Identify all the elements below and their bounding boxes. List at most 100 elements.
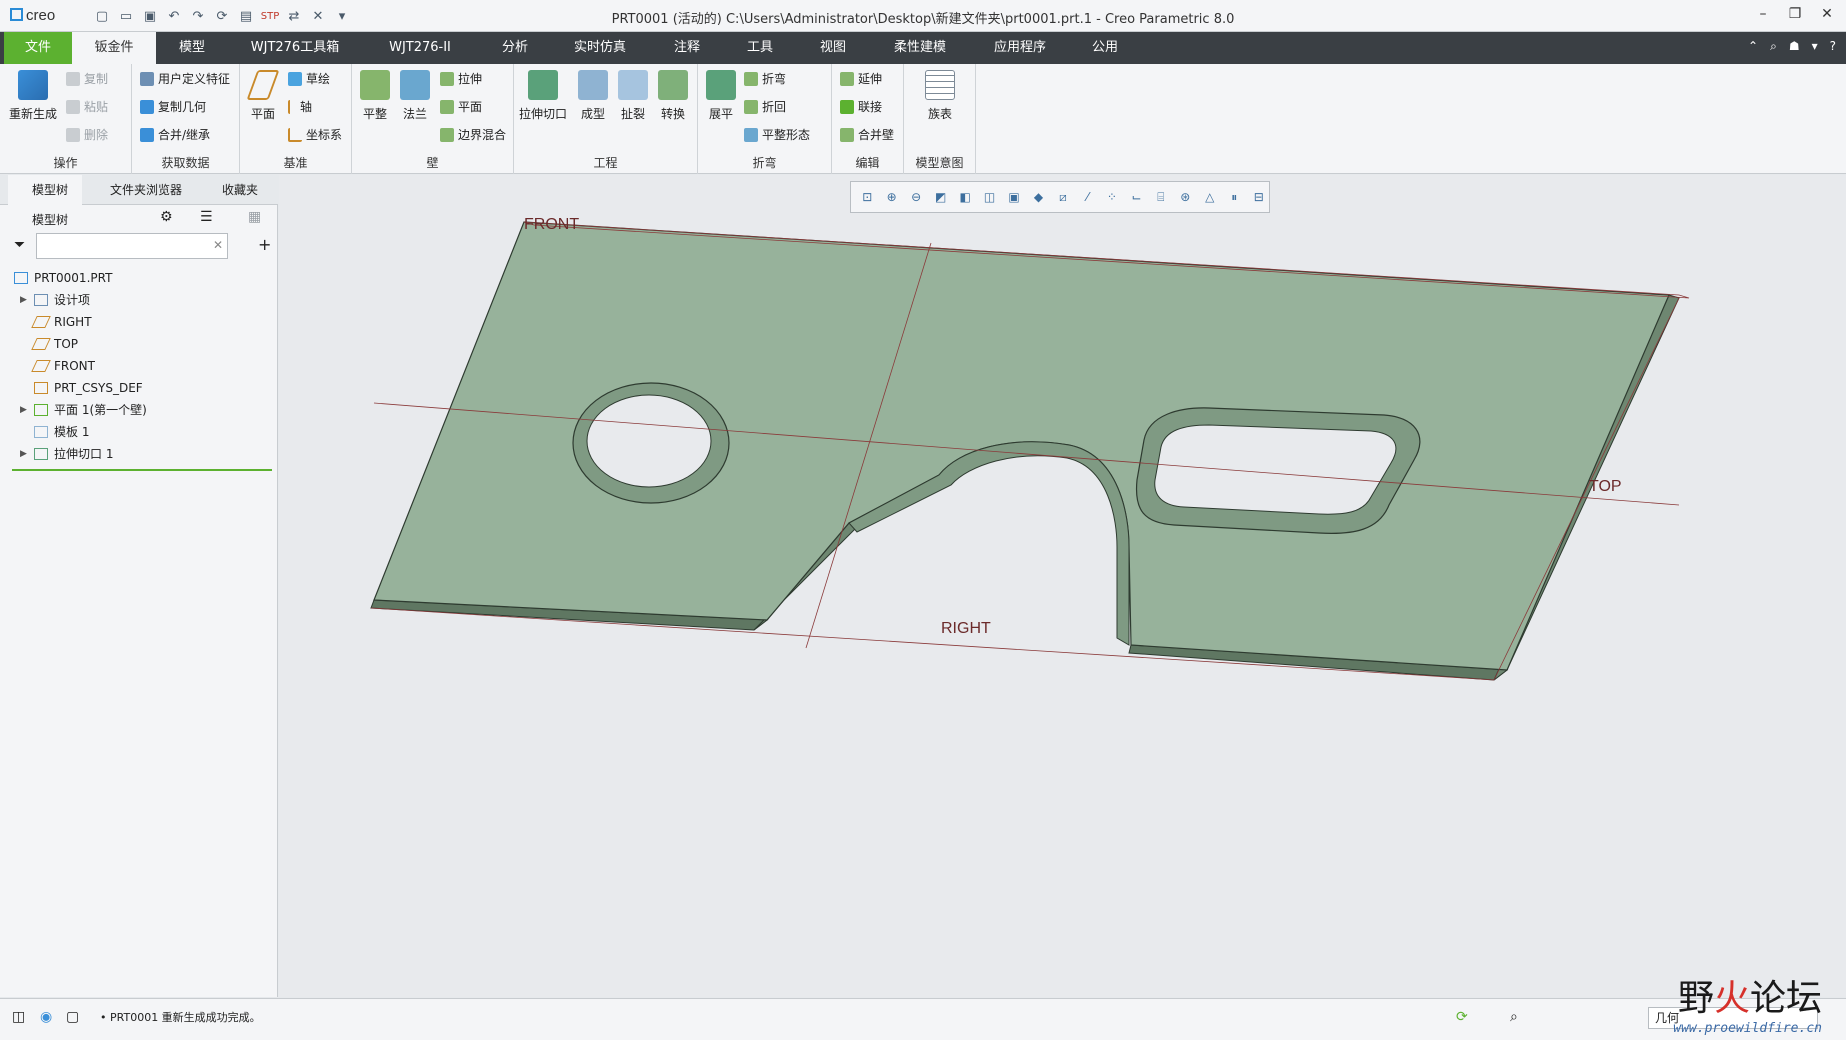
find-icon[interactable]: ⌕ [1510,1009,1518,1025]
show-navigator-icon[interactable]: ◫ [12,1009,25,1025]
bend-back-button[interactable]: 折回 [744,98,786,115]
tab-toolbox[interactable]: WJT276工具箱 [240,32,350,64]
tab-apps[interactable]: 应用程序 [980,32,1060,64]
open-icon[interactable]: ▭ [116,6,136,26]
tree-item[interactable]: ▶ 拉伸切口 1 [0,443,278,465]
help-icon[interactable]: ? [1830,39,1836,54]
model-canvas[interactable]: FRONT TOP RIGHT [279,175,1846,997]
merge-walls-button[interactable]: 合并壁 [840,126,894,143]
tree-item[interactable]: ▶ 设计项 [0,289,278,311]
group-label-model-intent[interactable]: 模型意图 [904,154,975,171]
switch-window-icon[interactable]: ⇄ [284,6,304,26]
tree-item[interactable]: TOP [0,333,278,355]
close-icon[interactable]: ✕ [308,6,328,26]
regenerate-button[interactable]: 重新生成 [8,70,58,122]
tab-annotate[interactable]: 注释 [662,32,712,64]
form-button[interactable]: 成型 [574,70,612,122]
collapse-ribbon-icon[interactable]: ⌃ [1748,39,1758,54]
tree-item[interactable]: RIGHT [0,311,278,333]
save-icon[interactable]: ▣ [140,6,160,26]
extend-button[interactable]: 延伸 [840,70,882,87]
tab-sheetmetal[interactable]: 钣金件 [72,32,156,64]
tab-favorites[interactable]: 收藏夹 [198,175,272,205]
expand-icon[interactable]: ▶ [20,443,27,465]
group-label-engineering[interactable]: 工程 [514,154,697,171]
full-screen-icon[interactable]: ▢ [66,1009,79,1025]
tab-model[interactable]: 模型 [160,32,224,64]
minimize-button[interactable]: – [1754,6,1772,22]
tree-item[interactable]: PRT0001.PRT [0,267,278,289]
search-icon[interactable]: ⌕ [1770,39,1777,54]
filter-icon[interactable]: ⏷ [14,237,25,253]
settings-icon[interactable]: ⚙ [160,209,173,225]
csys-button[interactable]: 坐标系 [288,126,342,143]
show-icon[interactable]: ☰ [200,209,213,225]
add-icon[interactable]: + [258,235,271,254]
extrude-cut-button[interactable]: 拉伸切口 [518,70,568,122]
tree-item[interactable]: 模板 1 [0,421,278,443]
group-label-editing[interactable]: 编辑 [832,154,903,171]
copy-geometry-button[interactable]: 复制几何 [140,98,206,115]
flange-button[interactable]: 法兰 [396,70,434,122]
tab-file[interactable]: 文件 [4,32,72,64]
tree-item[interactable]: FRONT [0,355,278,377]
tab-simulation[interactable]: 实时仿真 [560,32,640,64]
expand-icon[interactable]: ▶ [20,289,27,311]
boundary-blend-button[interactable]: 边界混合 [440,126,506,143]
undo-icon[interactable]: ↶ [164,6,184,26]
boundary-blend-icon [440,127,454,142]
learning-icon[interactable]: ☗ [1789,39,1800,54]
tab-flexible[interactable]: 柔性建模 [880,32,960,64]
maximize-button[interactable]: ❐ [1786,6,1804,22]
customize-icon[interactable]: ▾ [332,6,352,26]
extrude-wall-button[interactable]: 拉伸 [440,70,482,87]
stp-icon[interactable]: STP [260,6,280,26]
help-dropdown-icon[interactable]: ▾ [1812,39,1818,54]
convert-button[interactable]: 转换 [654,70,692,122]
udf-button[interactable]: 用户定义特征 [140,70,230,87]
window-icon[interactable]: ▤ [236,6,256,26]
paste-button[interactable]: 粘贴 [66,98,108,115]
tree-columns-icon[interactable]: ▦ [248,209,261,225]
group-label-datum[interactable]: 基准 [240,154,351,171]
unbend-button[interactable]: 展平 [702,70,740,122]
rip-button[interactable]: 扯裂 [614,70,652,122]
bend-button[interactable]: 折弯 [744,70,786,87]
tab-model-tree[interactable]: 模型树 [8,175,82,205]
tab-analysis[interactable]: 分析 [490,32,540,64]
flat-state-button[interactable]: 平整形态 [744,126,810,143]
clear-icon[interactable]: ✕ [213,238,223,252]
redo-icon[interactable]: ↷ [188,6,208,26]
close-window-button[interactable]: ✕ [1818,6,1836,22]
regenerate-icon[interactable]: ⟳ [212,6,232,26]
delete-button[interactable]: 删除 [66,126,108,143]
tab-tools[interactable]: 工具 [735,32,785,64]
family-table-button[interactable]: 族表 [918,70,962,122]
tab-view[interactable]: 视图 [808,32,858,64]
datum-plane-button[interactable]: 平面 [244,70,282,122]
sketch-button[interactable]: 草绘 [288,70,330,87]
graphics-viewport[interactable]: ⊡ ⊕ ⊖ ◩ ◧ ◫ ▣ ◆ ⧄ ⁄ ⁘ ⌙ ⌸ ⊛ △ ⏸ ⊟ FRONT … [279,175,1846,997]
browser-icon[interactable]: ◉ [40,1009,52,1025]
tab-common[interactable]: 公用 [1080,32,1130,64]
regen-status-icon[interactable]: ⟳ [1456,1009,1468,1025]
extend-icon [840,71,854,86]
group-label-get-data[interactable]: 获取数据 [132,154,239,171]
tree-item[interactable]: ▶ 平面 1(第一个壁) [0,399,278,421]
expand-icon[interactable]: ▶ [20,399,27,421]
axis-button[interactable]: 轴 [288,98,312,115]
planar-wall-button[interactable]: 平面 [440,98,482,115]
merge-inherit-button[interactable]: 合并/继承 [140,126,210,143]
tree-item[interactable]: PRT_CSYS_DEF [0,377,278,399]
tab-folder-browser[interactable]: 文件夹浏览器 [88,175,192,205]
join-button[interactable]: 联接 [840,98,882,115]
group-label-wall[interactable]: 壁 [352,154,513,171]
tree-search-input[interactable]: ✕ [36,233,228,259]
flat-wall-button[interactable]: 平整 [356,70,394,122]
group-label-bends[interactable]: 折弯 [698,154,831,171]
tab-wjt276-ii[interactable]: WJT276-II [370,32,470,64]
insert-here-indicator[interactable] [12,469,272,471]
copy-button[interactable]: 复制 [66,70,108,87]
new-icon[interactable]: ▢ [92,6,112,26]
group-label-operations[interactable]: 操作 [0,154,131,171]
